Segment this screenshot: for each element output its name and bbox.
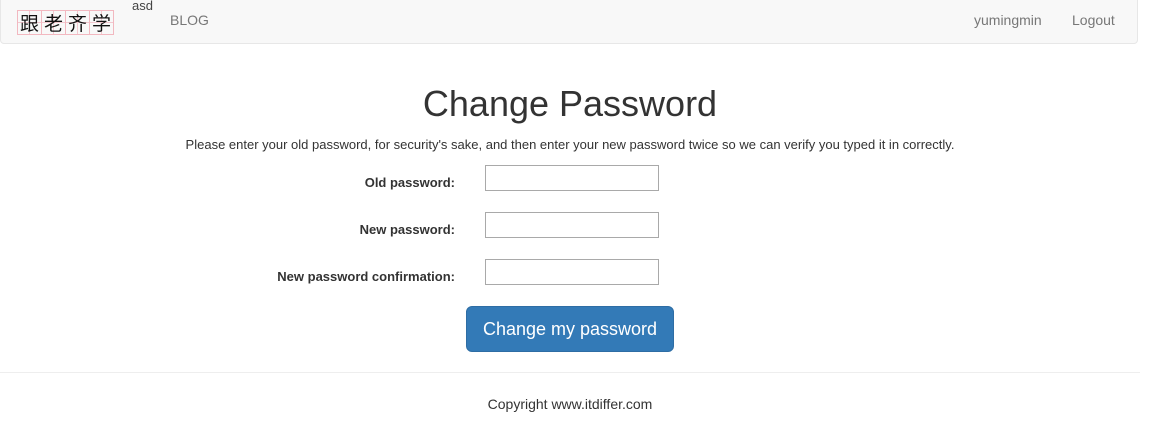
brand-char: 跟	[17, 10, 42, 35]
top-navbar: 跟 老 齐 学 asd BLOG yumingmin Logout	[0, 0, 1138, 44]
footer-divider	[0, 372, 1140, 373]
nav-link-logout[interactable]: Logout	[1072, 12, 1115, 28]
brand-char: 老	[41, 10, 66, 35]
brand-logo[interactable]: 跟 老 齐 学	[17, 10, 117, 35]
brand-char: 齐	[65, 10, 90, 35]
nav-link-username[interactable]: yumingmin	[974, 12, 1042, 28]
page-title: Change Password	[422, 83, 718, 124]
brand-char: 学	[89, 10, 114, 35]
new-password-confirmation-input[interactable]	[485, 259, 659, 285]
new-password-confirmation-label: New password confirmation:	[277, 269, 455, 284]
old-password-input[interactable]	[485, 165, 659, 191]
change-password-button[interactable]: Change my password	[466, 306, 674, 352]
footer-copyright: Copyright www.itdiffer.com	[487, 396, 653, 412]
instructions-text: Please enter your old password, for secu…	[185, 137, 955, 152]
new-password-label: New password:	[359, 222, 455, 237]
new-password-input[interactable]	[485, 212, 659, 238]
old-password-label: Old password:	[364, 175, 455, 190]
nav-link-blog[interactable]: BLOG	[170, 12, 209, 28]
brand-tag: asd	[132, 0, 153, 13]
